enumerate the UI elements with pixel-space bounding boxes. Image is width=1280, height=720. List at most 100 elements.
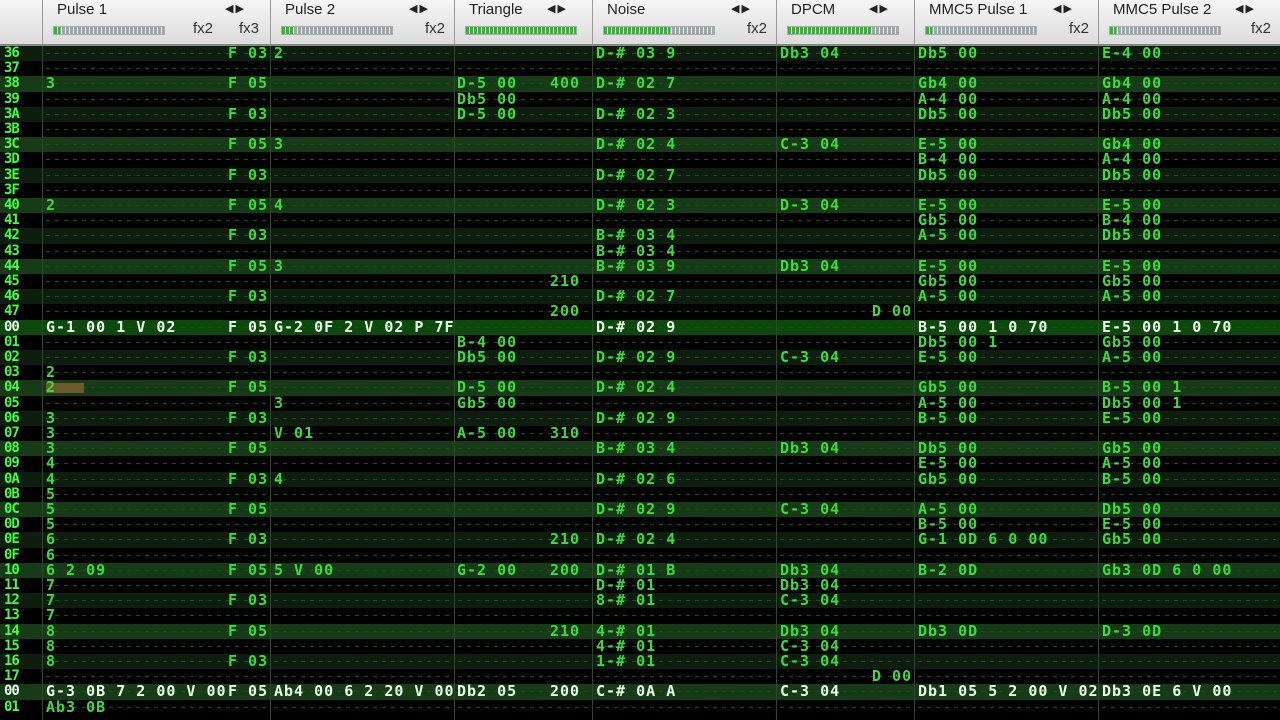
- note-cell-m1[interactable]: Db3 0D: [918, 623, 978, 639]
- note-cell-p1i[interactable]: F 03: [228, 532, 268, 547]
- note-cell-m2[interactable]: D-3 0D: [1102, 623, 1162, 639]
- pattern-grid[interactable]: 36 F 03 2 D-# 03 9 Db3 04 Db5 00 E-4 00 37 38 3 F …: [0, 46, 1280, 720]
- note-cell-no[interactable]: D-# 02 6: [596, 471, 676, 487]
- note-cell-p1i[interactable]: F 03: [228, 167, 268, 183]
- note-cell-no[interactable]: D-# 02 4: [596, 532, 676, 547]
- note-cell-p1i[interactable]: F 05: [228, 76, 268, 91]
- note-cell-no[interactable]: B-# 03 9: [596, 258, 676, 274]
- note-cell-p1[interactable]: 2: [46, 380, 56, 395]
- channel-arrows-icon[interactable]: ◀▶: [225, 2, 246, 15]
- note-cell-m2[interactable]: E-5 00: [1102, 410, 1162, 426]
- note-cell-m1[interactable]: Db5 00: [918, 167, 978, 183]
- note-cell-p2[interactable]: Ab4 00 6 2 20 V 00: [274, 684, 455, 699]
- pattern-row[interactable]: 00 G-3 0B 7 2 00 V 00 F 05 Ab4 00 6 2 20 V …: [0, 684, 1280, 700]
- note-cell-m2[interactable]: Db5 00: [1102, 167, 1162, 183]
- note-cell-p1i[interactable]: F 05: [228, 258, 268, 274]
- note-cell-dp2[interactable]: D 00: [872, 304, 912, 319]
- note-cell-dp[interactable]: Db3 04: [780, 441, 840, 456]
- pattern-row[interactable]: 3E F 03 D-# 02 7 Db5 00 Db5 00: [0, 167, 1280, 183]
- note-cell-no[interactable]: D-# 02 9: [596, 502, 676, 517]
- channel-4[interactable]: Noise ◀▶ fx2: [592, 0, 777, 44]
- note-cell-m1[interactable]: Gb5 00: [918, 471, 978, 487]
- note-cell-dp[interactable]: C-3 04: [780, 684, 840, 699]
- note-cell-p1[interactable]: Ab3 0B: [46, 699, 106, 715]
- channel-5[interactable]: DPCM ◀▶: [776, 0, 915, 44]
- pattern-row[interactable]: 04 2 F 05 D-5 00 D-# 02 4 Gb5 00 B-5 00 1: [0, 380, 1280, 396]
- pattern-row[interactable]: 3C F 05 3 D-# 02 4 C-3 04 E-5 00 Gb4 00: [0, 137, 1280, 153]
- note-cell-m1[interactable]: A-5 00: [918, 228, 978, 243]
- note-cell-tr2[interactable]: 210: [550, 623, 580, 639]
- note-cell-dp[interactable]: C-3 04: [780, 137, 840, 152]
- note-cell-m1[interactable]: B-2 0D: [918, 562, 978, 578]
- note-cell-p1i[interactable]: F 03: [228, 228, 268, 243]
- pattern-row[interactable]: 3A F 03 D-5 00 D-# 02 3 Db5 00 Db5 00: [0, 106, 1280, 122]
- note-cell-no[interactable]: D-# 02 4: [596, 380, 676, 395]
- note-cell-p2[interactable]: 5 V 00: [274, 562, 334, 578]
- note-cell-tr2[interactable]: 310: [550, 426, 580, 441]
- note-cell-p1i[interactable]: F 05: [228, 562, 268, 578]
- fx-button[interactable]: fx2: [193, 20, 213, 37]
- note-cell-p2[interactable]: G-2 0F 2 V 02 P 7F: [274, 319, 455, 335]
- note-cell-p2[interactable]: 3: [274, 137, 284, 152]
- note-cell-p1i[interactable]: F 05: [228, 623, 268, 639]
- pattern-row[interactable]: 02 F 03 Db5 00 D-# 02 9 C-3 04 E-5 00 A-5 00: [0, 350, 1280, 366]
- channel-arrows-icon[interactable]: ◀▶: [1235, 2, 1256, 15]
- note-cell-tr[interactable]: A-5 00: [457, 426, 517, 441]
- note-cell-m1[interactable]: Db1 05 5 2 00 V 02: [918, 684, 1099, 699]
- fx-button[interactable]: fx2: [1251, 20, 1271, 37]
- pattern-row[interactable]: 44 F 05 3 B-# 03 9 Db3 04 E-5 00 E-5 00: [0, 258, 1280, 274]
- pattern-row[interactable]: 08 3 F 05 B-# 03 4 Db3 04 Db5 00 Gb5 00: [0, 441, 1280, 457]
- pattern-row[interactable]: 0E 6 F 03 210 D-# 02 4 G-1 0D 6 0 00 Gb5 00: [0, 532, 1280, 548]
- note-cell-no[interactable]: D-# 02 9: [596, 350, 676, 365]
- note-cell-p1i[interactable]: F 05: [228, 319, 268, 335]
- note-cell-tr[interactable]: Db2 05: [457, 684, 517, 699]
- note-cell-p2[interactable]: 3: [274, 258, 284, 274]
- note-cell-tr2[interactable]: 200: [550, 304, 580, 319]
- pattern-row[interactable]: 40 2 F 05 4 D-# 02 3 D-3 04 E-5 00 E-5 00: [0, 198, 1280, 214]
- note-cell-m1[interactable]: G-1 0D 6 0 00: [918, 532, 1048, 547]
- note-cell-no[interactable]: D-# 02 9: [596, 319, 676, 335]
- note-cell-dp[interactable]: Db3 04: [780, 46, 840, 61]
- note-cell-p1i[interactable]: F 03: [228, 289, 268, 304]
- note-cell-p1i[interactable]: F 05: [228, 684, 268, 699]
- fx-button[interactable]: fx2: [425, 20, 445, 37]
- note-cell-tr2[interactable]: 400: [550, 76, 580, 91]
- note-cell-no[interactable]: B-# 03 4: [596, 441, 676, 456]
- note-cell-m2[interactable]: E-4 00: [1102, 46, 1162, 61]
- note-cell-no[interactable]: D-# 02 3: [596, 106, 676, 122]
- note-cell-p1i[interactable]: F 03: [228, 106, 268, 122]
- note-cell-p1i[interactable]: F 05: [228, 502, 268, 517]
- note-cell-no[interactable]: D-# 02 7: [596, 76, 676, 91]
- note-cell-p2[interactable]: 4: [274, 198, 284, 213]
- note-cell-p1i[interactable]: F 03: [228, 46, 268, 61]
- note-cell-no[interactable]: C-# 0A A: [596, 684, 676, 699]
- channel-arrows-icon[interactable]: ◀▶: [1053, 2, 1074, 15]
- note-cell-no[interactable]: D-# 03 9: [596, 46, 676, 61]
- note-cell-p2[interactable]: 3: [274, 395, 284, 411]
- note-cell-no[interactable]: D-# 02 7: [596, 289, 676, 304]
- note-cell-p1[interactable]: 2: [46, 198, 56, 213]
- channel-arrows-icon[interactable]: ◀▶: [409, 2, 430, 15]
- note-cell-p1i[interactable]: F 03: [228, 471, 268, 487]
- pattern-row[interactable]: 01 Ab3 0B: [0, 699, 1280, 715]
- note-cell-dp[interactable]: Db3 04: [780, 258, 840, 274]
- note-cell-no[interactable]: D-# 02 9: [596, 410, 676, 426]
- pattern-row[interactable]: 06 3 F 03 D-# 02 9 B-5 00 E-5 00: [0, 410, 1280, 426]
- note-cell-m2[interactable]: Db5 00: [1102, 106, 1162, 122]
- note-cell-p1i[interactable]: F 05: [228, 198, 268, 213]
- note-cell-dp[interactable]: C-3 04: [780, 350, 840, 365]
- note-cell-p1i[interactable]: F 05: [228, 137, 268, 152]
- note-cell-p2[interactable]: V 01: [274, 426, 314, 441]
- note-cell-tr2[interactable]: 210: [550, 274, 580, 289]
- pattern-row[interactable]: 36 F 03 2 D-# 03 9 Db3 04 Db5 00 E-4 00: [0, 46, 1280, 62]
- note-cell-tr2[interactable]: 200: [550, 684, 580, 699]
- pattern-row[interactable]: 0A 4 F 03 4 D-# 02 6 Gb5 00 B-5 00: [0, 471, 1280, 487]
- pattern-row[interactable]: 00 G-1 00 1 V 02 F 05 G-2 0F 2 V 02 P 7F D-#…: [0, 319, 1280, 335]
- note-cell-dp2[interactable]: D 00: [872, 669, 912, 684]
- note-cell-dp[interactable]: C-3 04: [780, 502, 840, 517]
- note-cell-m1[interactable]: Db5 00: [918, 46, 978, 61]
- channel-7[interactable]: MMC5 Pulse 2 ◀▶ fx2: [1098, 0, 1280, 44]
- note-cell-p2[interactable]: 2: [274, 46, 284, 61]
- note-cell-no[interactable]: D-# 02 4: [596, 137, 676, 152]
- channel-3[interactable]: Triangle ◀▶: [454, 0, 593, 44]
